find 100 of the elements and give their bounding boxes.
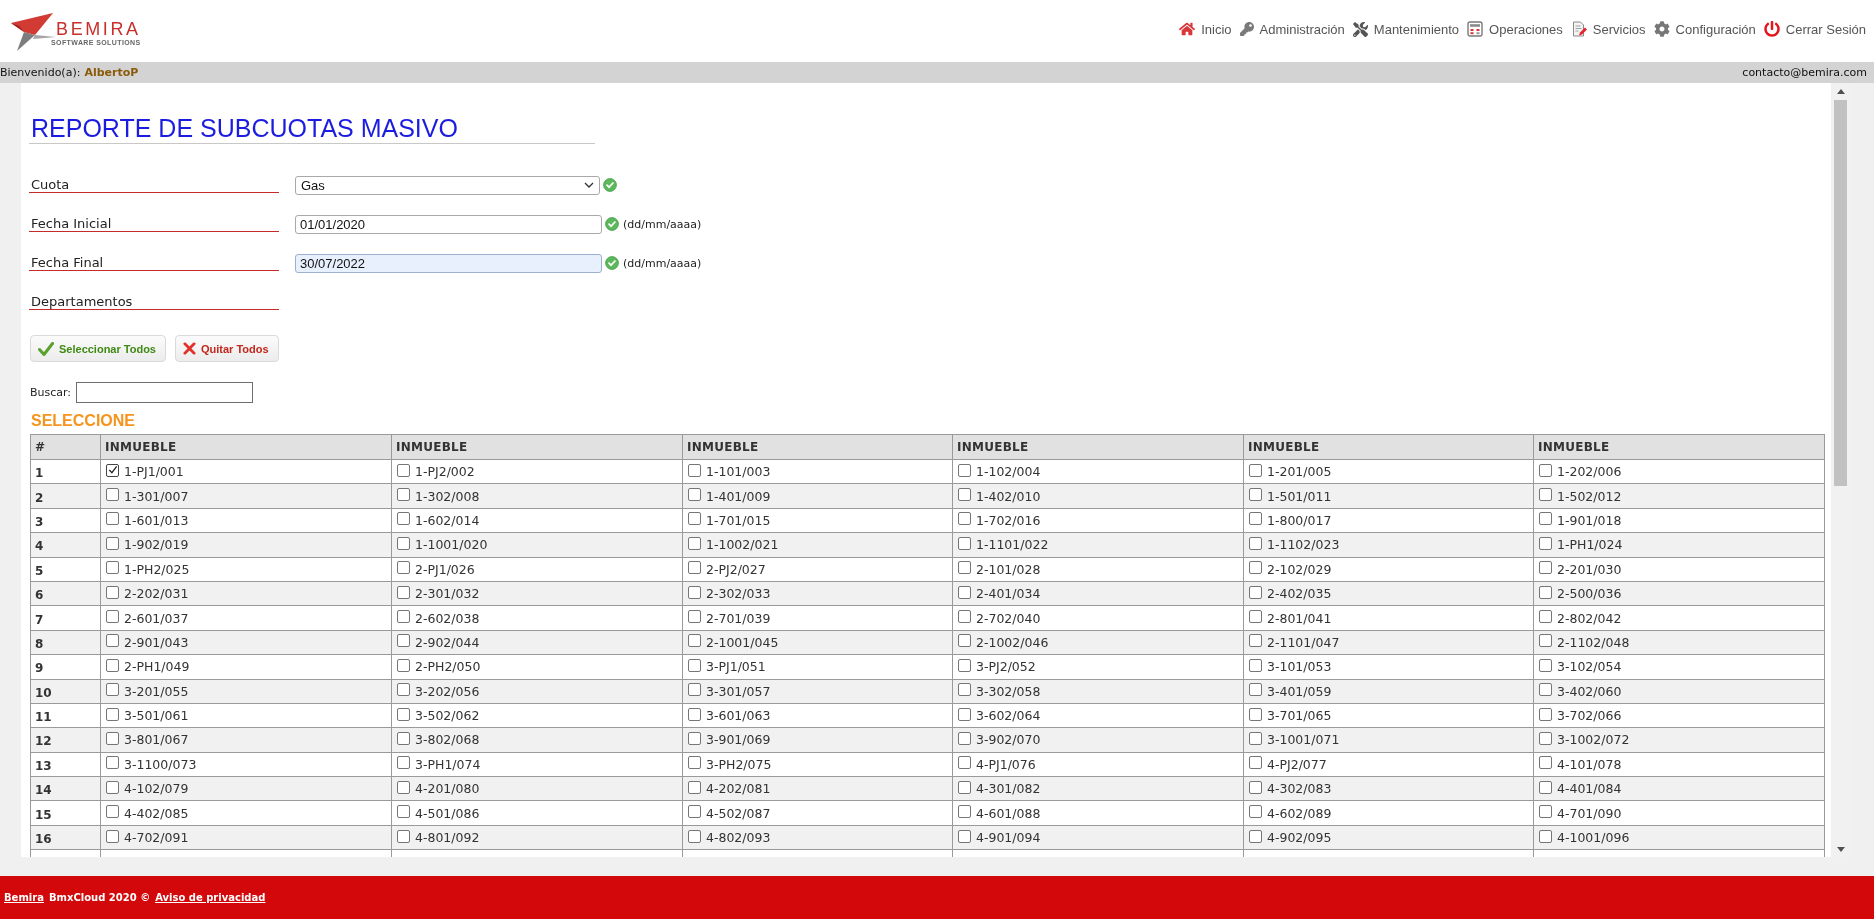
checkbox[interactable] [106, 561, 119, 575]
checkbox[interactable] [1539, 805, 1552, 819]
checkbox[interactable] [1539, 658, 1552, 672]
checkbox[interactable] [397, 805, 410, 819]
date-input[interactable]: 30/07/2022 [295, 253, 602, 273]
checkbox[interactable] [688, 805, 701, 819]
checkbox[interactable] [1539, 463, 1552, 477]
checkbox[interactable] [106, 536, 119, 550]
checkbox[interactable] [1539, 561, 1552, 575]
checkbox[interactable] [397, 707, 410, 721]
checkbox[interactable] [106, 634, 119, 648]
checkbox[interactable] [688, 634, 701, 648]
checkbox[interactable] [688, 585, 701, 599]
checkbox[interactable] [1539, 634, 1552, 648]
checkbox[interactable] [958, 732, 971, 745]
dropdown-select[interactable]: Gas [295, 175, 600, 195]
nav-link[interactable]: Mantenimiento [1352, 21, 1460, 37]
checkbox[interactable] [397, 683, 410, 697]
checkbox[interactable] [958, 536, 971, 550]
select-all-button[interactable]: Seleccionar Todos [30, 335, 166, 362]
checkbox[interactable] [1249, 732, 1262, 745]
checkbox[interactable] [1539, 707, 1552, 721]
checkbox[interactable] [1249, 488, 1262, 502]
nav-link[interactable]: Inicio [1179, 21, 1232, 37]
checkbox[interactable] [1539, 780, 1552, 794]
checkbox[interactable] [397, 780, 410, 794]
checkbox[interactable] [958, 488, 971, 502]
checkbox[interactable] [958, 756, 971, 770]
checkbox[interactable] [1539, 732, 1552, 745]
checkbox[interactable] [1249, 683, 1262, 697]
checkbox[interactable] [958, 585, 971, 599]
checkbox[interactable] [1249, 561, 1262, 575]
nav-link[interactable]: Configuración [1653, 21, 1756, 37]
checkbox[interactable] [397, 756, 410, 770]
search-field[interactable] [76, 382, 254, 403]
scrollbar-thumb[interactable] [1834, 100, 1847, 486]
checkbox[interactable] [958, 463, 971, 477]
checkbox[interactable] [106, 756, 119, 770]
checkbox[interactable] [688, 780, 701, 794]
checkbox[interactable] [106, 610, 119, 624]
checkbox[interactable] [1539, 512, 1552, 526]
checkbox[interactable] [397, 732, 410, 745]
checkbox[interactable] [397, 610, 410, 624]
checkbox[interactable] [106, 829, 119, 843]
checkbox[interactable] [1249, 585, 1262, 599]
checkbox[interactable] [1249, 610, 1262, 624]
checkbox[interactable] [958, 707, 971, 721]
checkbox[interactable] [397, 536, 410, 550]
brand-link[interactable]: Bemira [4, 892, 44, 903]
checkbox[interactable] [106, 658, 119, 672]
checkbox[interactable] [688, 756, 701, 770]
checkbox[interactable] [1249, 805, 1262, 819]
checkbox[interactable] [958, 634, 971, 648]
checkbox[interactable] [1249, 463, 1262, 477]
checkbox[interactable] [1249, 658, 1262, 672]
checkbox[interactable] [688, 488, 701, 502]
checkbox[interactable] [106, 512, 119, 526]
checkbox[interactable] [1249, 756, 1262, 770]
checkbox[interactable] [106, 683, 119, 697]
checkbox[interactable] [397, 463, 410, 477]
clear-all-button[interactable]: Quitar Todos [175, 335, 279, 362]
checkbox[interactable] [958, 658, 971, 672]
checkbox[interactable] [958, 780, 971, 794]
checkbox[interactable] [106, 463, 119, 477]
checkbox[interactable] [688, 829, 701, 843]
checkbox[interactable] [397, 829, 410, 843]
checkbox[interactable] [958, 829, 971, 843]
checkbox[interactable] [397, 658, 410, 672]
checkbox[interactable] [688, 732, 701, 745]
checkbox[interactable] [397, 488, 410, 502]
checkbox[interactable] [1249, 829, 1262, 843]
checkbox[interactable] [1539, 829, 1552, 843]
checkbox[interactable] [1539, 683, 1552, 697]
checkbox[interactable] [958, 610, 971, 624]
checkbox[interactable] [397, 512, 410, 526]
checkbox[interactable] [1249, 536, 1262, 550]
nav-link[interactable]: Cerrar Sesión [1763, 21, 1866, 37]
checkbox[interactable] [1249, 634, 1262, 648]
checkbox[interactable] [106, 707, 119, 721]
checkbox[interactable] [958, 805, 971, 819]
checkbox[interactable] [1539, 585, 1552, 599]
checkbox[interactable] [397, 561, 410, 575]
checkbox[interactable] [397, 634, 410, 648]
checkbox[interactable] [958, 512, 971, 526]
checkbox[interactable] [1539, 610, 1552, 624]
checkbox[interactable] [688, 707, 701, 721]
checkbox[interactable] [106, 780, 119, 794]
checkbox[interactable] [688, 683, 701, 697]
checkbox[interactable] [1249, 780, 1262, 794]
checkbox[interactable] [1539, 488, 1552, 502]
checkbox[interactable] [688, 610, 701, 624]
checkbox[interactable] [958, 561, 971, 575]
checkbox[interactable] [397, 585, 410, 599]
checkbox[interactable] [106, 585, 119, 599]
checkbox[interactable] [106, 805, 119, 819]
checkbox[interactable] [106, 488, 119, 502]
checkbox[interactable] [1249, 707, 1262, 721]
checkbox[interactable] [688, 512, 701, 526]
checkbox[interactable] [688, 561, 701, 575]
checkbox[interactable] [688, 658, 701, 672]
